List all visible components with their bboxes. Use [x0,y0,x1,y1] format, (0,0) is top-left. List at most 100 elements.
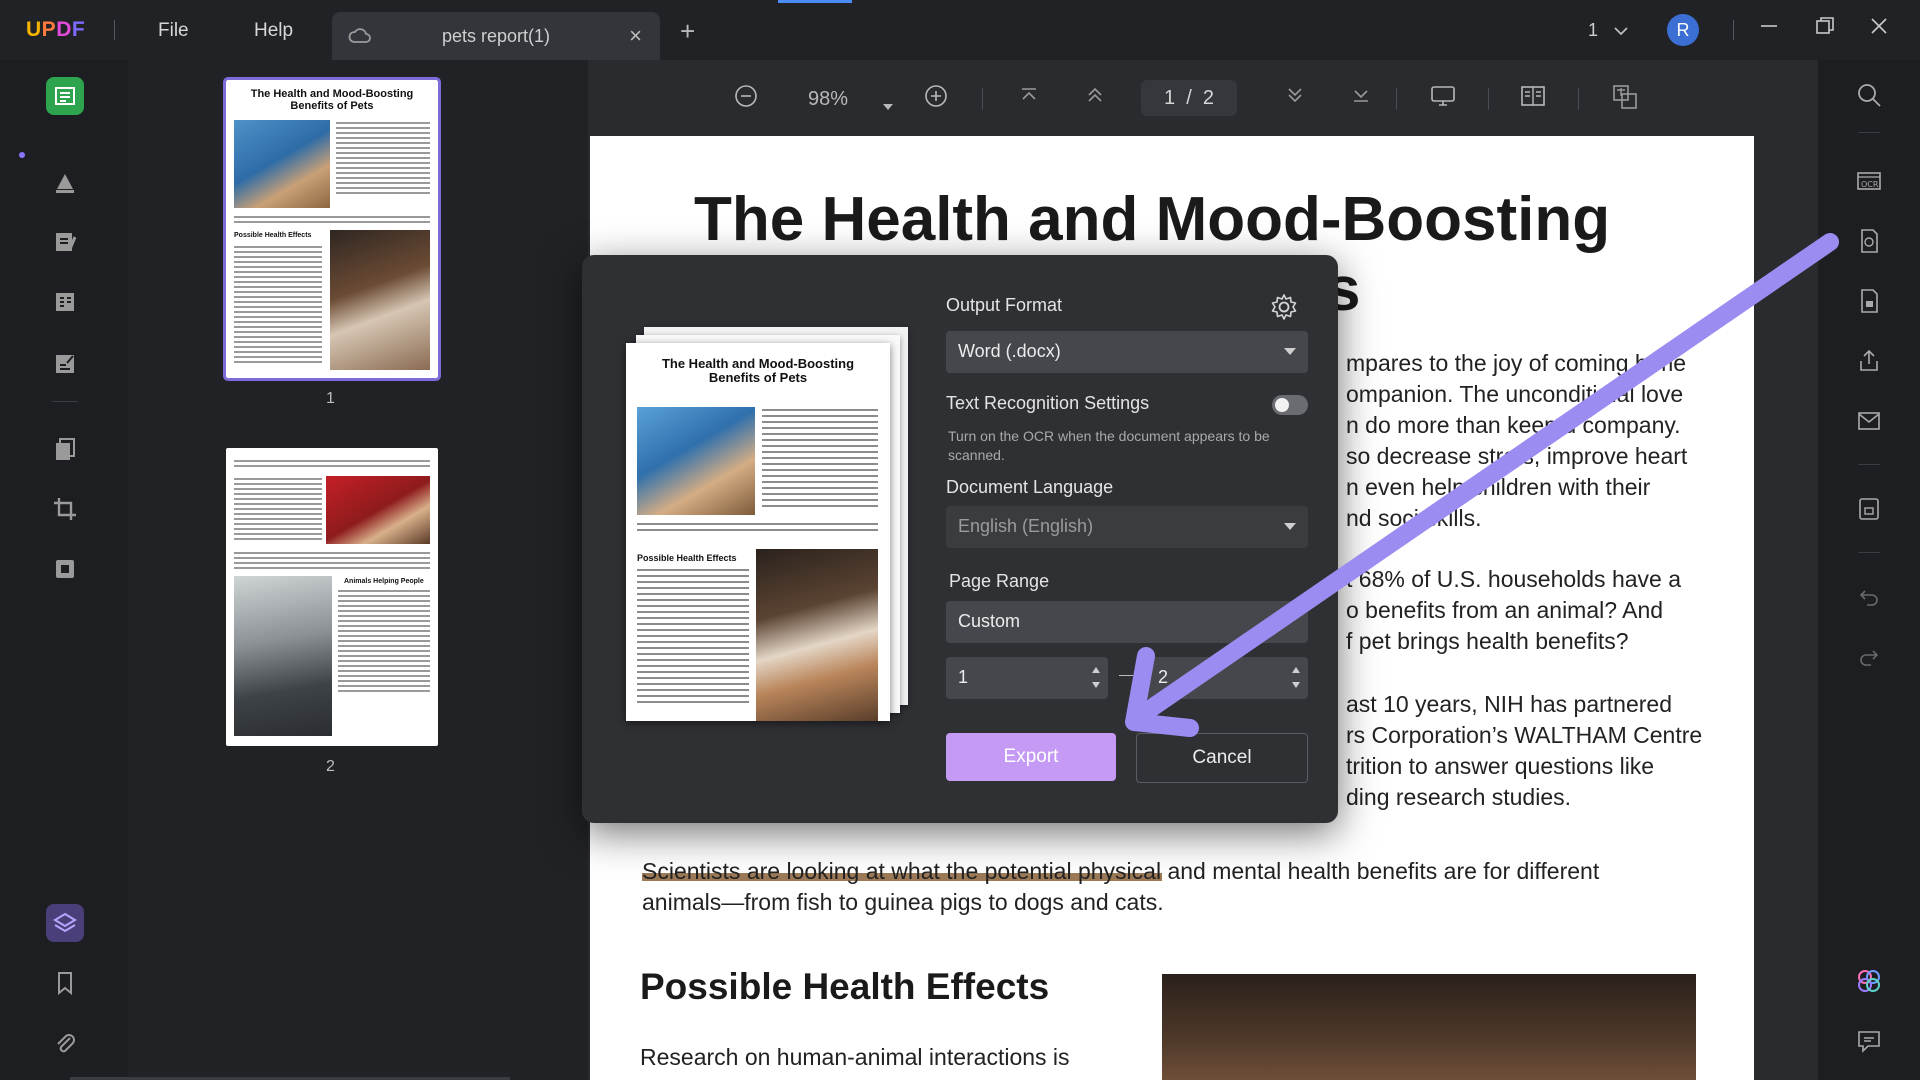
output-format-select[interactable]: Word (.docx) [946,331,1308,373]
menu-help[interactable]: Help [254,20,293,42]
search-icon[interactable] [1852,78,1886,112]
protect-icon[interactable] [1852,284,1886,318]
bookmark-icon[interactable] [46,964,84,1002]
spin-up-icon[interactable] [1292,667,1300,673]
user-avatar[interactable]: R [1667,14,1699,46]
first-page-icon[interactable] [1018,84,1040,112]
preview-text-lines [637,569,749,707]
restore-icon[interactable] [1814,15,1836,43]
rail-separator [52,401,78,402]
document-language-select[interactable]: English (English) [946,506,1308,548]
undo-icon[interactable] [1852,580,1886,614]
page-number-field[interactable]: 1 / 2 [1141,80,1237,116]
dog-image [1162,974,1696,1080]
close-window-icon[interactable] [1868,15,1890,43]
translate-icon[interactable] [1612,84,1638,116]
thumbnail-dog-image [330,230,430,370]
svg-text:OCR: OCR [1861,180,1879,189]
cloud-icon [348,26,372,51]
share-icon[interactable] [1852,344,1886,378]
viewer-toolbar: 98% 1 / 2 [588,60,1818,140]
thumbnail-text-lines [336,122,430,197]
cancel-button[interactable]: Cancel [1136,733,1308,783]
range-to-input[interactable]: 2 [1146,657,1308,699]
range-from-input[interactable]: 1 [946,657,1108,699]
output-format-label: Output Format [946,295,1063,315]
export-dialog: The Health and Mood-Boosting Benefits of… [582,255,1338,823]
thumbnail-text-lines [234,460,430,470]
spin-up-icon[interactable] [1092,667,1100,673]
layers-icon[interactable] [46,904,84,942]
toolbar-separator [1396,88,1397,110]
edit-tool-icon[interactable] [46,223,84,261]
protect-tool-icon[interactable] [46,550,84,588]
form-tool-icon[interactable] [46,345,84,383]
ocr-icon[interactable]: OCR [1852,164,1886,198]
prev-page-icon[interactable] [1084,84,1106,112]
intro-paragraph: mpares to the joy of coming h me ompanio… [1346,350,1688,531]
scientists-paragraph: Scientists are looking at what the poten… [642,858,1600,915]
dropdown-caret-icon [1284,348,1296,355]
thumbnail-number-2: 2 [326,758,335,775]
preview-text-lines [637,523,878,535]
zoom-in-icon[interactable] [924,84,948,114]
last-page-icon[interactable] [1350,84,1372,112]
thumbnail-xmas-image [326,476,430,544]
next-page-icon[interactable] [1284,84,1306,112]
minimize-icon[interactable] [1758,15,1780,43]
thumbnail-cat-image [234,120,330,208]
thumbnail-text-lines [234,478,322,543]
save-icon[interactable] [1852,492,1886,526]
thumbnail-panel: The Health and Mood-Boosting Benefits of… [128,60,588,1080]
export-button[interactable]: Export [946,733,1116,781]
gear-icon[interactable] [1270,293,1298,326]
rail-separator [1858,464,1880,465]
tab-close-icon[interactable]: × [629,23,642,49]
thumbnail-text-lines [338,590,430,695]
presentation-icon[interactable] [1430,84,1456,114]
redo-icon[interactable] [1852,640,1886,674]
ocr-settings-label: Text Recognition Settings [946,393,1150,413]
zoom-level[interactable]: 98% [808,88,848,111]
page-tool-icon[interactable] [46,283,84,321]
updf-app: UPDF File Help pets report(1) × + 1 R Th… [0,0,1920,1080]
thumbnail-text-lines [234,552,430,572]
document-language-label: Document Language [946,477,1114,497]
active-indicator [19,152,25,158]
toolbar-separator [1488,88,1489,110]
page-layout-icon[interactable] [1520,84,1546,114]
thumbnail-text-lines [234,246,322,366]
reader-tool-icon[interactable] [46,77,84,115]
chevron-down-icon [1614,27,1628,36]
thumbnail-subheading: Possible Health Effects [234,232,312,239]
spin-down-icon[interactable] [1292,682,1300,688]
thumbnail-page-2[interactable]: Animals Helping People [226,448,438,746]
zoom-dropdown-icon[interactable] [882,94,894,117]
convert-icon[interactable] [1852,224,1886,258]
title-bar: UPDF File Help pets report(1) × + 1 R [0,0,1920,60]
comments-icon[interactable] [1852,1024,1886,1058]
add-tab-icon[interactable]: + [680,16,695,47]
dropdown-caret-icon [1284,523,1296,530]
section-heading: Possible Health Effects [640,966,1050,1007]
thumbnail-page-1[interactable]: The Health and Mood-Boosting Benefits of… [223,77,441,381]
document-title: The Health and Mood-Boosting [694,185,1611,254]
comment-tool-icon[interactable] [46,163,84,201]
thumbnail-cat-image [234,576,332,736]
ocr-toggle[interactable] [1272,395,1308,415]
nih-paragraph: ast 10 years, NIH has partnered rs Corpo… [1346,691,1703,810]
ai-assistant-icon[interactable] [1852,964,1886,998]
rail-separator [1858,132,1880,133]
document-tab[interactable]: pets report(1) × [332,12,660,60]
email-icon[interactable] [1852,404,1886,438]
title-separator [114,20,115,40]
attachment-icon[interactable] [46,1024,84,1062]
page-range-select[interactable]: Custom [946,601,1308,643]
spin-down-icon[interactable] [1092,682,1100,688]
window-count[interactable]: 1 [1588,20,1629,41]
menu-file[interactable]: File [158,20,189,42]
page-range-label: Page Range [949,571,1050,591]
organize-pages-icon[interactable] [46,430,84,468]
zoom-out-icon[interactable] [734,84,758,114]
crop-tool-icon[interactable] [46,490,84,528]
